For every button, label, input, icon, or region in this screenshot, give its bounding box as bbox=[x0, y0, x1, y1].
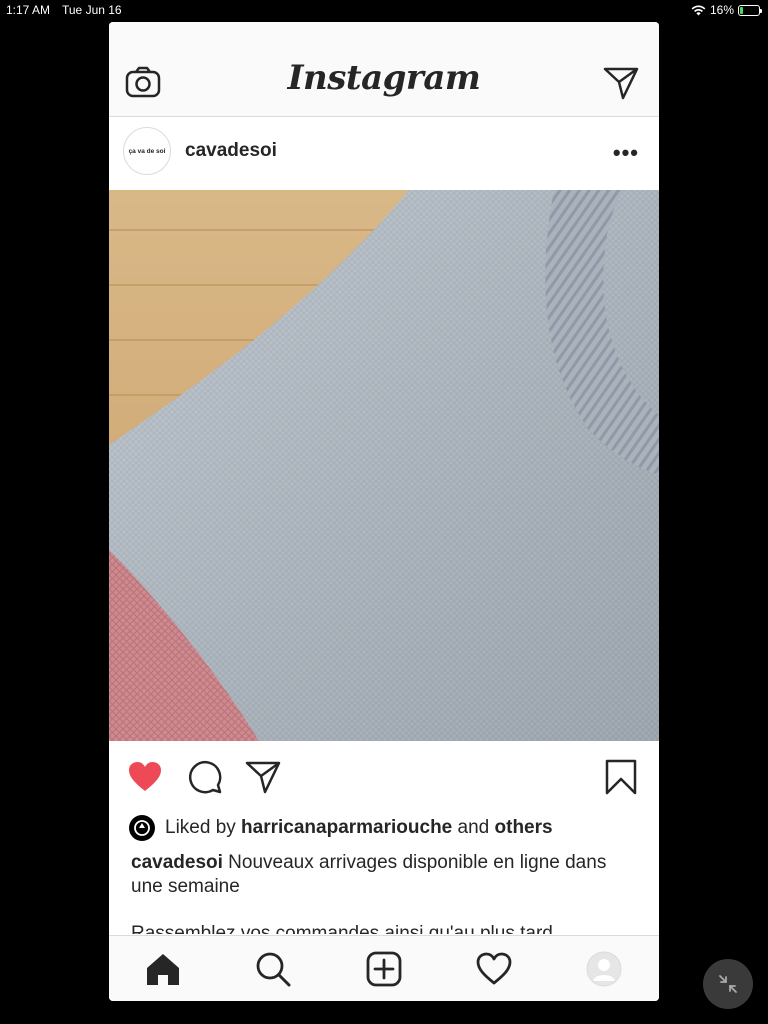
search-icon[interactable] bbox=[254, 950, 292, 988]
avatar-text: ça va de soi bbox=[128, 147, 166, 155]
paper-plane-icon[interactable] bbox=[245, 759, 281, 795]
battery-fill bbox=[740, 6, 743, 14]
liker-avatar[interactable] bbox=[129, 815, 155, 841]
heart-filled-icon[interactable] bbox=[127, 759, 163, 795]
status-bar: 1:17 AM Tue Jun 16 16% bbox=[0, 0, 768, 22]
collapse-window-button[interactable] bbox=[703, 959, 753, 1009]
bottom-tab-bar bbox=[109, 935, 659, 1001]
post-header: ça va de soi cavadesoi ••• bbox=[109, 118, 659, 190]
battery-percent: 16% bbox=[709, 3, 734, 17]
status-time: 1:17 AM bbox=[6, 3, 51, 17]
avatar[interactable]: ça va de soi bbox=[123, 127, 171, 175]
instagram-app: Instagram ça va de soi cavadesoi ••• Lik… bbox=[109, 22, 659, 1001]
post-actions bbox=[109, 741, 659, 813]
wifi-icon bbox=[691, 5, 706, 15]
battery-icon bbox=[738, 4, 762, 16]
status-right: 16% bbox=[691, 3, 762, 17]
post-caption: cavadesoi Nouveaux arrivages disponible … bbox=[131, 851, 629, 899]
paper-plane-icon[interactable] bbox=[603, 66, 639, 100]
status-date: Tue Jun 16 bbox=[62, 3, 122, 17]
liked-by-others[interactable]: others bbox=[495, 817, 553, 839]
caption-overflow-text: Rassemblez vos commandes ainsi qu'au plu… bbox=[131, 923, 553, 934]
top-navigation-bar: Instagram bbox=[109, 22, 659, 117]
post-image[interactable] bbox=[109, 190, 659, 741]
more-options-icon[interactable]: ••• bbox=[613, 140, 639, 166]
bookmark-icon[interactable] bbox=[603, 759, 639, 795]
post-username[interactable]: cavadesoi bbox=[185, 140, 277, 162]
plus-square-icon[interactable] bbox=[365, 950, 403, 988]
caption-username[interactable]: cavadesoi bbox=[131, 852, 223, 873]
collapse-arrows-icon bbox=[719, 975, 737, 993]
recycle-icon bbox=[134, 820, 150, 836]
liked-by-user[interactable]: harricanaparmariouche bbox=[241, 817, 452, 839]
liked-by-prefix: Liked by bbox=[165, 817, 242, 838]
heart-outline-icon[interactable] bbox=[475, 950, 513, 988]
speech-bubble-icon[interactable] bbox=[187, 759, 223, 795]
profile-icon[interactable] bbox=[585, 950, 623, 988]
likes-line: Liked by harricanaparmariouche and other… bbox=[129, 815, 649, 841]
home-icon[interactable] bbox=[144, 950, 182, 988]
instagram-logo: Instagram bbox=[287, 58, 481, 98]
liked-by-mid: and bbox=[452, 817, 495, 838]
sweater-photo bbox=[109, 190, 659, 741]
